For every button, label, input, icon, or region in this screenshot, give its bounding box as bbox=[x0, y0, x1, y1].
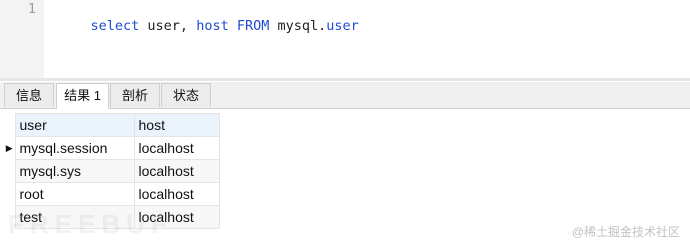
tab-result-1[interactable]: 结果 1 bbox=[56, 83, 109, 109]
table-row[interactable]: ▶ mysql.session localhost bbox=[4, 136, 220, 160]
cell-user[interactable]: root bbox=[14, 182, 135, 206]
sql-token: mysql. bbox=[269, 18, 327, 34]
sql-code-line[interactable]: select user, host FROM mysql.user bbox=[58, 2, 359, 50]
header-row: user host bbox=[4, 113, 220, 137]
line-number: 1 bbox=[28, 2, 36, 17]
sql-token: user, bbox=[139, 18, 197, 34]
sql-token: FROM bbox=[236, 18, 270, 34]
row-indicator bbox=[4, 183, 15, 206]
tab-info[interactable]: 信息 bbox=[4, 83, 54, 107]
watermark-text: @稀土掘金技术社区 bbox=[571, 225, 680, 239]
watermark-logo: FREEBUF bbox=[8, 209, 173, 239]
cell-host[interactable]: localhost bbox=[133, 136, 220, 160]
table-row[interactable]: root localhost bbox=[4, 182, 220, 206]
sql-token: user bbox=[326, 18, 359, 34]
cell-user[interactable]: mysql.sys bbox=[14, 159, 135, 183]
tab-profile[interactable]: 剖析 bbox=[110, 83, 160, 107]
cell-host[interactable]: localhost bbox=[133, 159, 220, 183]
sql-token: select bbox=[90, 18, 140, 34]
sql-editor[interactable]: 1 select user, host FROM mysql.user bbox=[0, 0, 690, 78]
current-row-indicator-icon: ▶ bbox=[5, 142, 13, 153]
table-row[interactable]: mysql.sys localhost bbox=[4, 159, 220, 183]
line-gutter: 1 bbox=[0, 0, 44, 78]
tab-status[interactable]: 状态 bbox=[161, 83, 211, 107]
row-indicator bbox=[4, 114, 15, 137]
column-header-host[interactable]: host bbox=[133, 113, 220, 137]
result-tabs-bar: 信息 结果 1 剖析 状态 bbox=[0, 82, 690, 109]
column-header-user[interactable]: user bbox=[14, 113, 135, 137]
sql-token: host bbox=[196, 18, 229, 34]
row-indicator bbox=[4, 160, 15, 183]
cell-user[interactable]: mysql.session bbox=[14, 136, 135, 160]
cell-host[interactable]: localhost bbox=[133, 182, 220, 206]
pane-splitter[interactable] bbox=[0, 78, 690, 81]
